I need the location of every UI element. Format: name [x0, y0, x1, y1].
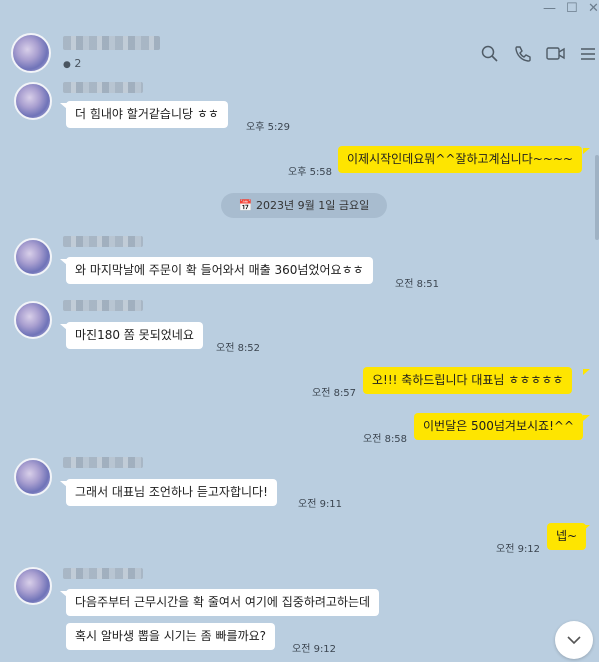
calendar-icon: 📅 [238, 199, 253, 212]
chat-room-name [63, 36, 160, 50]
sender-avatar[interactable] [14, 567, 52, 605]
message-bubble[interactable]: 넵~ [547, 523, 587, 550]
message-time: 오후 5:58 [288, 167, 333, 178]
minimize-button[interactable]: — [543, 2, 556, 16]
message-time: 오전 8:51 [395, 279, 440, 290]
message-time: 오전 8:52 [216, 343, 261, 354]
sender-name [63, 82, 143, 93]
message-time: 오후 5:29 [246, 122, 291, 133]
sender-avatar[interactable] [14, 458, 52, 496]
sender-avatar[interactable] [14, 238, 52, 276]
sender-name [63, 568, 143, 579]
message-bubble[interactable]: 와 마지막날에 주문이 확 들어와서 매출 360넘었어요ㅎㅎ [66, 257, 373, 284]
sender-name [63, 236, 143, 247]
message-bubble[interactable]: 이제시작인데요뭐^^잘하고계십니다~~~~ [338, 146, 582, 173]
message-time: 오전 8:58 [363, 434, 408, 445]
sender-avatar[interactable] [14, 82, 52, 120]
message-bubble[interactable]: 혹시 알바생 뽑을 시기는 좀 빠를까요? [66, 623, 276, 650]
sender-avatar[interactable] [14, 301, 52, 339]
message-bubble[interactable]: 다음주부터 근무시간을 확 줄여서 여기에 집중하려고하는데 [66, 589, 380, 616]
sender-name [63, 457, 143, 468]
sender-name [63, 300, 143, 311]
scrollbar[interactable] [595, 155, 599, 240]
phone-icon[interactable] [514, 45, 532, 63]
message-time: 오전 9:12 [496, 544, 541, 555]
message-bubble[interactable]: 그래서 대표님 조언하나 듣고자합니다! [66, 479, 277, 506]
close-button[interactable]: ✕ [588, 2, 599, 16]
message-bubble[interactable]: 오!!! 축하드립니다 대표님 ㅎㅎㅎㅎㅎ [363, 367, 573, 394]
chevron-down-icon [567, 636, 581, 645]
message-bubble[interactable]: 마진180 쫌 못되었네요 [66, 322, 203, 349]
video-call-icon[interactable] [546, 46, 566, 62]
maximize-button[interactable]: ☐ [566, 2, 578, 16]
date-divider: 📅 2023년 9월 1일 금요일 [221, 193, 387, 218]
message-bubble[interactable]: 더 힘내야 할거같습니당 ㅎㅎ [66, 101, 228, 128]
chat-room-avatar[interactable] [11, 33, 51, 73]
menu-icon[interactable] [580, 46, 596, 62]
message-time: 오전 9:12 [292, 644, 337, 655]
scroll-to-bottom-button[interactable] [555, 621, 593, 659]
member-count[interactable]: ● 2 [63, 57, 81, 70]
message-time: 오전 9:11 [298, 499, 343, 510]
search-icon[interactable] [481, 45, 499, 63]
person-icon: ● [63, 60, 71, 70]
message-bubble[interactable]: 이번달은 500넘겨보시죠!^^ [414, 413, 583, 440]
message-time: 오전 8:57 [312, 388, 357, 399]
